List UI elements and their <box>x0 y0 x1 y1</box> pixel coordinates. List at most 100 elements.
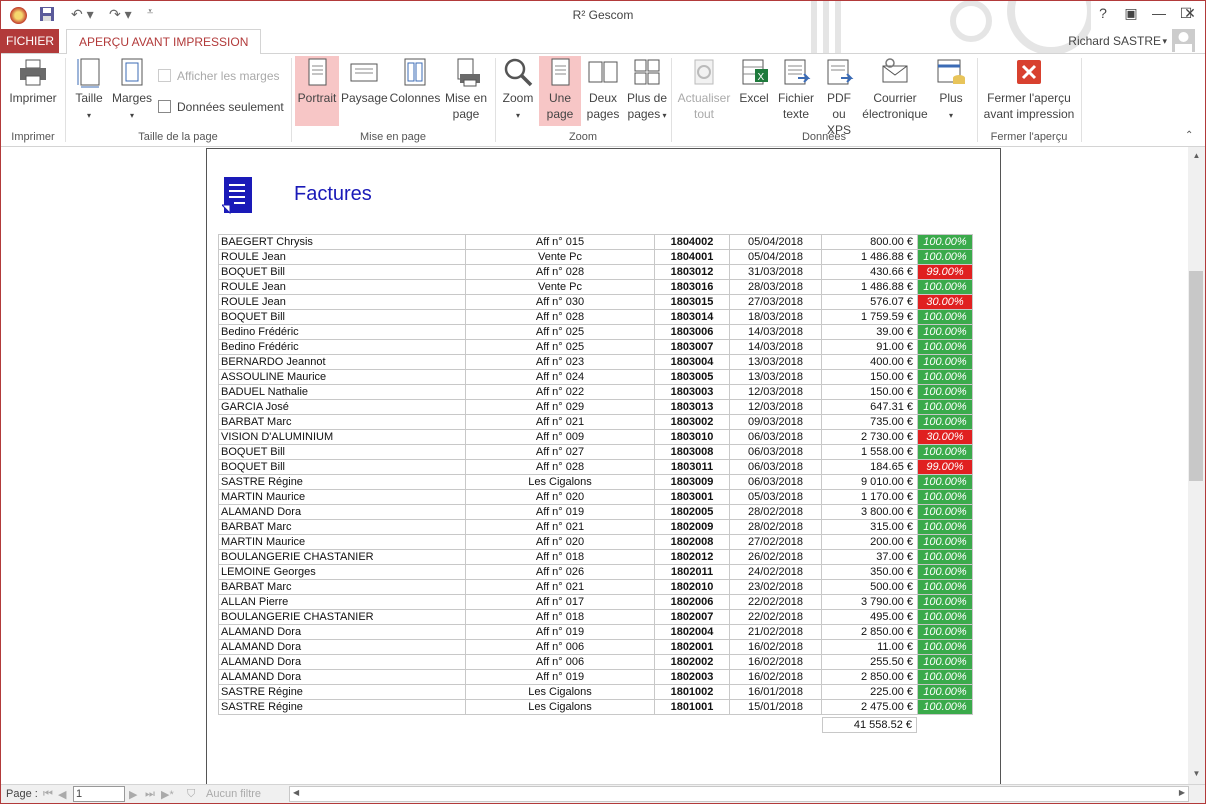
one-page-button[interactable]: Une page <box>539 56 581 126</box>
invoice-number: 1802001 <box>654 639 730 655</box>
affair: Aff n° 028 <box>465 264 655 280</box>
tab-file[interactable]: FICHIER <box>1 29 59 53</box>
restore-ribbon-icon[interactable]: ▣ <box>1118 5 1144 22</box>
portrait-button[interactable]: Portrait <box>295 56 339 126</box>
last-page-icon[interactable]: ⏭ <box>145 788 155 801</box>
paid-percentage: 99.00% <box>917 264 973 280</box>
show-margins-checkbox[interactable]: Afficher les marges <box>158 69 280 83</box>
refresh-all-button[interactable]: Actualiser tout <box>675 56 733 122</box>
close-preview-button[interactable]: Fermer l'aperçu avant impression <box>981 56 1077 122</box>
affair: Les Cigalons <box>465 474 655 490</box>
invoice-amount: 11.00 € <box>821 639 918 655</box>
paid-percentage: 100.00% <box>917 519 973 535</box>
invoice-date: 06/03/2018 <box>729 459 822 475</box>
invoice-amount: 495.00 € <box>821 609 918 625</box>
data-only-label: Données seulement <box>177 100 284 114</box>
vertical-scrollbar[interactable]: ▲ ▼ <box>1188 147 1205 784</box>
invoice-date: 28/03/2018 <box>729 279 822 295</box>
show-margins-box <box>158 69 171 82</box>
invoice-amount: 2 850.00 € <box>821 624 918 640</box>
zoom-button[interactable]: Zoom ▾ <box>499 56 537 124</box>
invoice-amount: 150.00 € <box>821 369 918 385</box>
print-label: Imprimer <box>9 91 57 105</box>
paid-percentage: 100.00% <box>917 369 973 385</box>
excel-button[interactable]: X Excel <box>735 56 773 106</box>
invoice-number: 1801002 <box>654 684 730 700</box>
prev-page-icon[interactable]: ◀ <box>58 788 66 801</box>
excel-icon: X <box>742 59 768 85</box>
scroll-down-icon[interactable]: ▼ <box>1190 769 1203 778</box>
group-close-label: Fermer l'aperçu <box>990 131 1068 143</box>
text-file-button[interactable]: Fichier texte <box>775 56 817 122</box>
first-page-icon[interactable]: ⏮ <box>43 788 53 801</box>
invoice-number: 1804002 <box>654 234 730 250</box>
invoice-date: 22/02/2018 <box>729 609 822 625</box>
page-number-input[interactable]: 1 <box>73 786 125 802</box>
page-setup-button[interactable]: Mise en page <box>443 56 489 122</box>
columns-button[interactable]: Colonnes <box>389 56 441 106</box>
paid-percentage: 100.00% <box>917 624 973 640</box>
paid-percentage: 100.00% <box>917 474 973 490</box>
data-only-checkbox[interactable]: Données seulement <box>158 100 284 114</box>
pdf-xps-button[interactable]: PDF ou XPS <box>819 56 859 138</box>
magnifier-icon <box>504 58 533 87</box>
invoice-number: 1803008 <box>654 444 730 460</box>
zoom-dropdown-icon: ▾ <box>515 111 520 120</box>
email-icon <box>882 58 908 83</box>
paid-percentage: 100.00% <box>917 414 973 430</box>
invoice-amount: 647.31 € <box>821 399 918 415</box>
invoice-number: 1803011 <box>654 459 730 475</box>
close-window-button[interactable]: ✕ <box>1177 5 1203 22</box>
group-layout-label: Mise en page <box>359 131 427 143</box>
two-pages-button[interactable]: Deux pages <box>583 56 623 122</box>
invoice-date: 28/02/2018 <box>729 519 822 535</box>
tab-print-preview[interactable]: APERÇU AVANT IMPRESSION <box>66 29 262 55</box>
invoice-date: 13/03/2018 <box>729 354 822 370</box>
filter-status[interactable]: Aucun filtre <box>206 788 261 800</box>
size-button[interactable]: Taille ▾ <box>71 56 107 124</box>
horizontal-scrollbar[interactable]: ◀ ▶ <box>289 786 1189 802</box>
scroll-left-icon[interactable]: ◀ <box>293 788 299 797</box>
paid-percentage: 100.00% <box>917 399 973 415</box>
email-button[interactable]: Courrier électronique <box>861 56 929 122</box>
scroll-right-icon[interactable]: ▶ <box>1179 788 1185 797</box>
invoice-amount: 430.66 € <box>821 264 918 280</box>
invoice-amount: 39.00 € <box>821 324 918 340</box>
invoice-date: 05/04/2018 <box>729 249 822 265</box>
help-button[interactable]: ? <box>1090 5 1116 21</box>
invoice-amount: 1 486.88 € <box>821 249 918 265</box>
user-name[interactable]: Richard SASTRE <box>1068 34 1161 48</box>
table-row: ALAMAND Dora Aff n° 019 1802004 21/02/2018 2… <box>218 624 973 640</box>
invoice-number: 1803010 <box>654 429 730 445</box>
new-record-icon[interactable]: ▶* <box>161 788 174 801</box>
client-name: Bedino Frédéric <box>218 324 466 340</box>
affair: Aff n° 021 <box>465 414 655 430</box>
avatar[interactable] <box>1172 29 1195 52</box>
landscape-button[interactable]: Paysage <box>341 56 388 106</box>
scroll-thumb[interactable] <box>1189 271 1203 481</box>
invoice-date: 16/02/2018 <box>729 669 822 685</box>
scroll-up-icon[interactable]: ▲ <box>1190 151 1203 160</box>
client-name: BOQUET Bill <box>218 459 466 475</box>
invoice-number: 1803015 <box>654 294 730 310</box>
user-chevron-icon[interactable]: ▾ <box>1162 36 1167 47</box>
more-export-dropdown-icon: ▾ <box>948 111 953 120</box>
page-setup-label-2: page <box>452 107 480 121</box>
affair: Aff n° 021 <box>465 519 655 535</box>
paid-percentage: 100.00% <box>917 609 973 625</box>
invoice-date: 21/02/2018 <box>729 624 822 640</box>
affair: Aff n° 019 <box>465 624 655 640</box>
invoice-date: 22/02/2018 <box>729 594 822 610</box>
invoice-date: 14/03/2018 <box>729 339 822 355</box>
minimize-button[interactable]: — <box>1146 5 1172 21</box>
group-separator <box>977 58 978 142</box>
text-file-label-1: Fichier <box>777 91 814 105</box>
more-export-button[interactable]: Plus ▾ <box>931 56 971 124</box>
margins-button[interactable]: Marges ▾ <box>111 56 153 124</box>
more-pages-button[interactable]: Plus de pages ▾ <box>625 56 669 124</box>
next-page-icon[interactable]: ▶ <box>129 788 137 801</box>
collapse-ribbon-icon[interactable]: ⌃ <box>1185 130 1193 141</box>
print-button[interactable]: Imprimer <box>5 56 61 106</box>
invoice-amount: 576.07 € <box>821 294 918 310</box>
client-name: Bedino Frédéric <box>218 339 466 355</box>
